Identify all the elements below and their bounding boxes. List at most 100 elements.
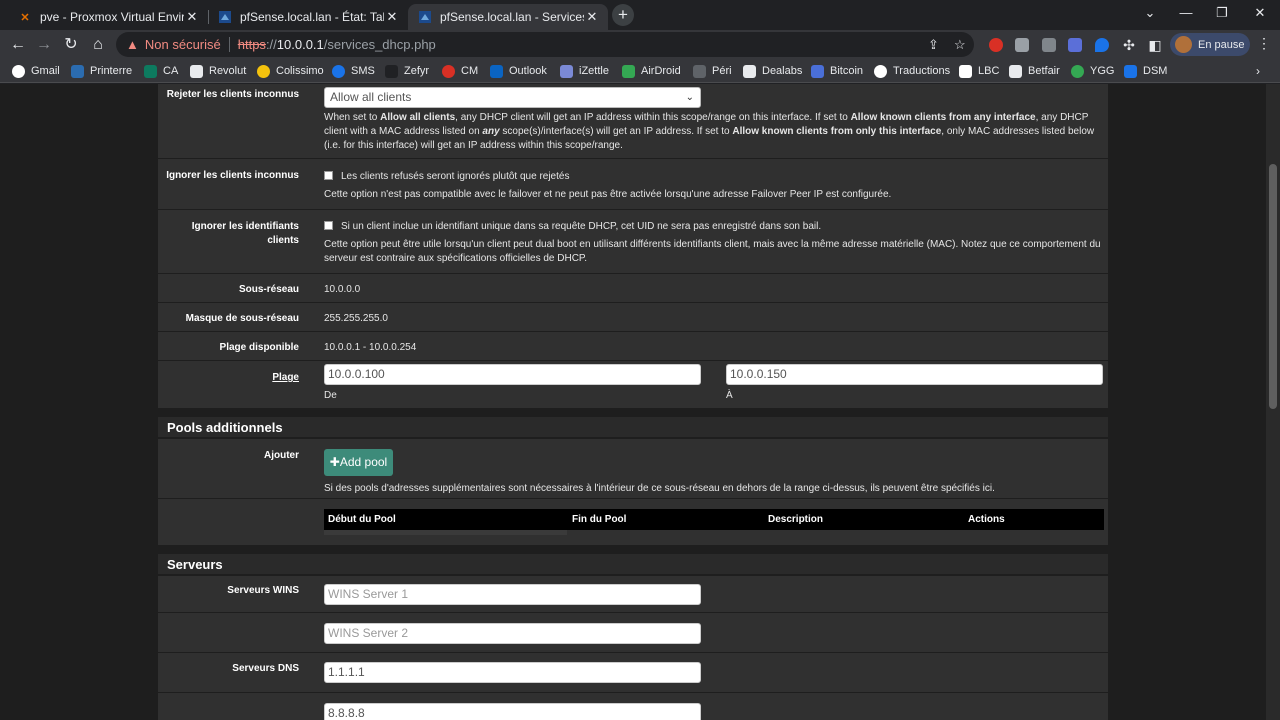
help-emphasis: Allow known clients from only this inter… xyxy=(732,126,942,137)
extension-printer-icon[interactable] xyxy=(1015,38,1029,52)
bookmark-dsm[interactable]: DSM xyxy=(1124,63,1167,79)
pfsense-icon xyxy=(218,10,232,24)
ignore-denied-option: Les clients refusés seront ignorés plutô… xyxy=(324,170,1104,184)
range-to-input[interactable]: 10.0.0.150 xyxy=(726,364,1103,385)
close-icon[interactable]: ✕ xyxy=(384,9,400,25)
bookmark-lbc[interactable]: LBC xyxy=(959,63,999,79)
extensions-puzzle-icon[interactable]: ✣ xyxy=(1118,34,1140,56)
page-scrollbar[interactable] xyxy=(1266,84,1280,720)
ca-icon xyxy=(144,64,157,78)
close-icon[interactable]: ✕ xyxy=(184,9,200,25)
menu-kebab-icon[interactable]: ⋮ xyxy=(1257,35,1271,52)
maximize-icon[interactable]: ❐ xyxy=(1212,5,1232,21)
extension-drop-icon[interactable] xyxy=(1095,38,1109,52)
range-from-input[interactable]: 10.0.0.100 xyxy=(324,364,701,385)
new-tab-button[interactable]: + xyxy=(612,4,634,26)
bookmark-label: Bitcoin xyxy=(830,65,864,77)
window-close-icon[interactable]: ✕ xyxy=(1250,5,1270,21)
row-dns-2: 8.8.8.8 xyxy=(158,694,1108,720)
url-host: 10.0.0.1 xyxy=(276,37,324,52)
wins-server-1-input[interactable]: WINS Server 1 xyxy=(324,584,701,605)
deny-unknown-select[interactable]: Allow all clients ⌄ xyxy=(324,87,701,108)
bookmark-gmail[interactable]: Gmail xyxy=(12,63,60,79)
security-status[interactable]: Non sécurisé xyxy=(145,37,221,52)
ignore-uid-option: Si un client inclue un identifiant uniqu… xyxy=(324,220,1104,234)
pool-table-body xyxy=(324,530,567,535)
tab-pfsense-dashboard[interactable]: pfSense.local.lan - État: Tableau de bor… xyxy=(208,4,408,30)
bookmark-traductions[interactable]: Traductions xyxy=(874,63,950,79)
extension-shield-icon[interactable] xyxy=(989,38,1003,52)
checkbox-text: Les clients refusés seront ignorés plutô… xyxy=(341,171,570,182)
betfair-icon xyxy=(1009,64,1022,78)
bookmark-label: LBC xyxy=(978,65,1000,77)
bookmark-label: YGG xyxy=(1090,65,1115,77)
scrollbar-thumb[interactable] xyxy=(1269,164,1277,409)
dns-server-1-input[interactable]: 1.1.1.1 xyxy=(324,662,701,683)
bookmark-star-icon[interactable]: ☆ xyxy=(954,37,966,53)
bookmarks-bar: Gmail Printerre CA Revolut Colissimo SMS… xyxy=(0,59,1280,83)
back-icon[interactable]: ← xyxy=(7,34,29,56)
tab-proxmox[interactable]: ✕ pve - Proxmox Virtual Environment ✕ xyxy=(8,4,208,30)
bookmark-bitcoin[interactable]: Bitcoin xyxy=(811,63,863,79)
bookmark-outlook[interactable]: Outlook xyxy=(490,63,547,79)
chevron-right-icon[interactable]: › xyxy=(1256,64,1260,78)
bookmark-betfair[interactable]: Betfair xyxy=(1009,63,1060,79)
add-pool-button[interactable]: ✚Add pool xyxy=(324,449,393,476)
lbc-icon xyxy=(959,64,972,78)
url-separator: :// xyxy=(265,37,277,52)
wins-server-2-input[interactable]: WINS Server 2 xyxy=(324,623,701,644)
bookmark-label: Betfair xyxy=(1028,65,1060,77)
minimize-icon[interactable]: — xyxy=(1176,5,1196,20)
bookmark-label: AirDroid xyxy=(641,65,681,77)
profile-button[interactable]: En pause xyxy=(1170,33,1250,56)
ignore-uid-checkbox[interactable] xyxy=(324,221,333,230)
bookmark-ca[interactable]: CA xyxy=(144,63,178,79)
url-path: /services_dhcp.php xyxy=(323,37,436,52)
address-bar[interactable]: ▲ Non sécurisé https://10.0.0.1/services… xyxy=(116,32,974,57)
row-ignore-denied: Ignorer les clients inconnus Les clients… xyxy=(158,159,1108,210)
chevron-down-icon[interactable]: ⌄ xyxy=(1140,5,1160,21)
bookmark-ygg[interactable]: YGG xyxy=(1071,63,1114,79)
dealabs-icon xyxy=(743,64,756,78)
pfsense-icon xyxy=(418,10,432,24)
available-range-label: Plage disponible xyxy=(219,342,299,353)
ignore-denied-help: Cette option n'est pas compatible avec l… xyxy=(324,189,892,200)
close-icon[interactable]: ✕ xyxy=(584,9,600,25)
bookmark-label: Printerre xyxy=(90,65,133,77)
ignore-uid-label: Ignorer les identifiants clients xyxy=(191,221,299,246)
extension-arrow-icon[interactable] xyxy=(1042,38,1056,52)
bookmark-airdroid[interactable]: AirDroid xyxy=(622,63,681,79)
bookmark-label: Péri xyxy=(712,65,732,77)
dns-server-2-input[interactable]: 8.8.8.8 xyxy=(324,703,701,720)
sms-icon xyxy=(332,64,345,78)
subnet-mask-value: 255.255.255.0 xyxy=(324,313,388,324)
subnet-label: Sous-réseau xyxy=(238,284,299,295)
help-emphasis: any xyxy=(482,126,500,137)
tab-title: pfSense.local.lan - État: Tableau de bor… xyxy=(240,10,384,24)
side-panel-icon[interactable]: ◧ xyxy=(1144,34,1166,56)
bookmark-peri[interactable]: Péri xyxy=(693,63,732,79)
column-pool-end: Fin du Pool xyxy=(572,514,627,525)
bookmark-revolut[interactable]: Revolut xyxy=(190,63,246,79)
subnet-value: 10.0.0.0 xyxy=(324,284,361,295)
bookmark-colissimo[interactable]: Colissimo xyxy=(257,63,324,79)
bookmark-izettle[interactable]: iZettle xyxy=(560,63,609,79)
bookmark-zefyr[interactable]: Zefyr xyxy=(385,63,429,79)
bookmark-sms[interactable]: SMS xyxy=(332,63,375,79)
bookmark-cm[interactable]: CM xyxy=(442,63,478,79)
home-icon[interactable]: ⌂ xyxy=(87,34,109,56)
extension-badge-icon[interactable] xyxy=(1068,38,1082,52)
range-label[interactable]: Plage xyxy=(158,371,299,385)
tab-title: pve - Proxmox Virtual Environment xyxy=(40,10,184,24)
range-from-caption: De xyxy=(324,390,337,401)
reload-icon[interactable]: ↻ xyxy=(60,34,82,56)
share-icon[interactable]: ⇪ xyxy=(928,37,939,53)
bookmark-printerre[interactable]: Printerre xyxy=(71,63,132,79)
ignore-denied-checkbox[interactable] xyxy=(324,171,333,180)
revolut-icon xyxy=(190,64,203,78)
tab-pfsense-dhcp[interactable]: pfSense.local.lan - Services: Serveur DH… xyxy=(408,4,608,30)
tab-strip: ✕ pve - Proxmox Virtual Environment ✕ pf… xyxy=(0,0,1280,30)
general-options-panel: Rejeter les clients inconnus Allow all c… xyxy=(158,84,1108,408)
forward-icon[interactable]: → xyxy=(33,34,55,56)
bookmark-dealabs[interactable]: Dealabs xyxy=(743,63,802,79)
